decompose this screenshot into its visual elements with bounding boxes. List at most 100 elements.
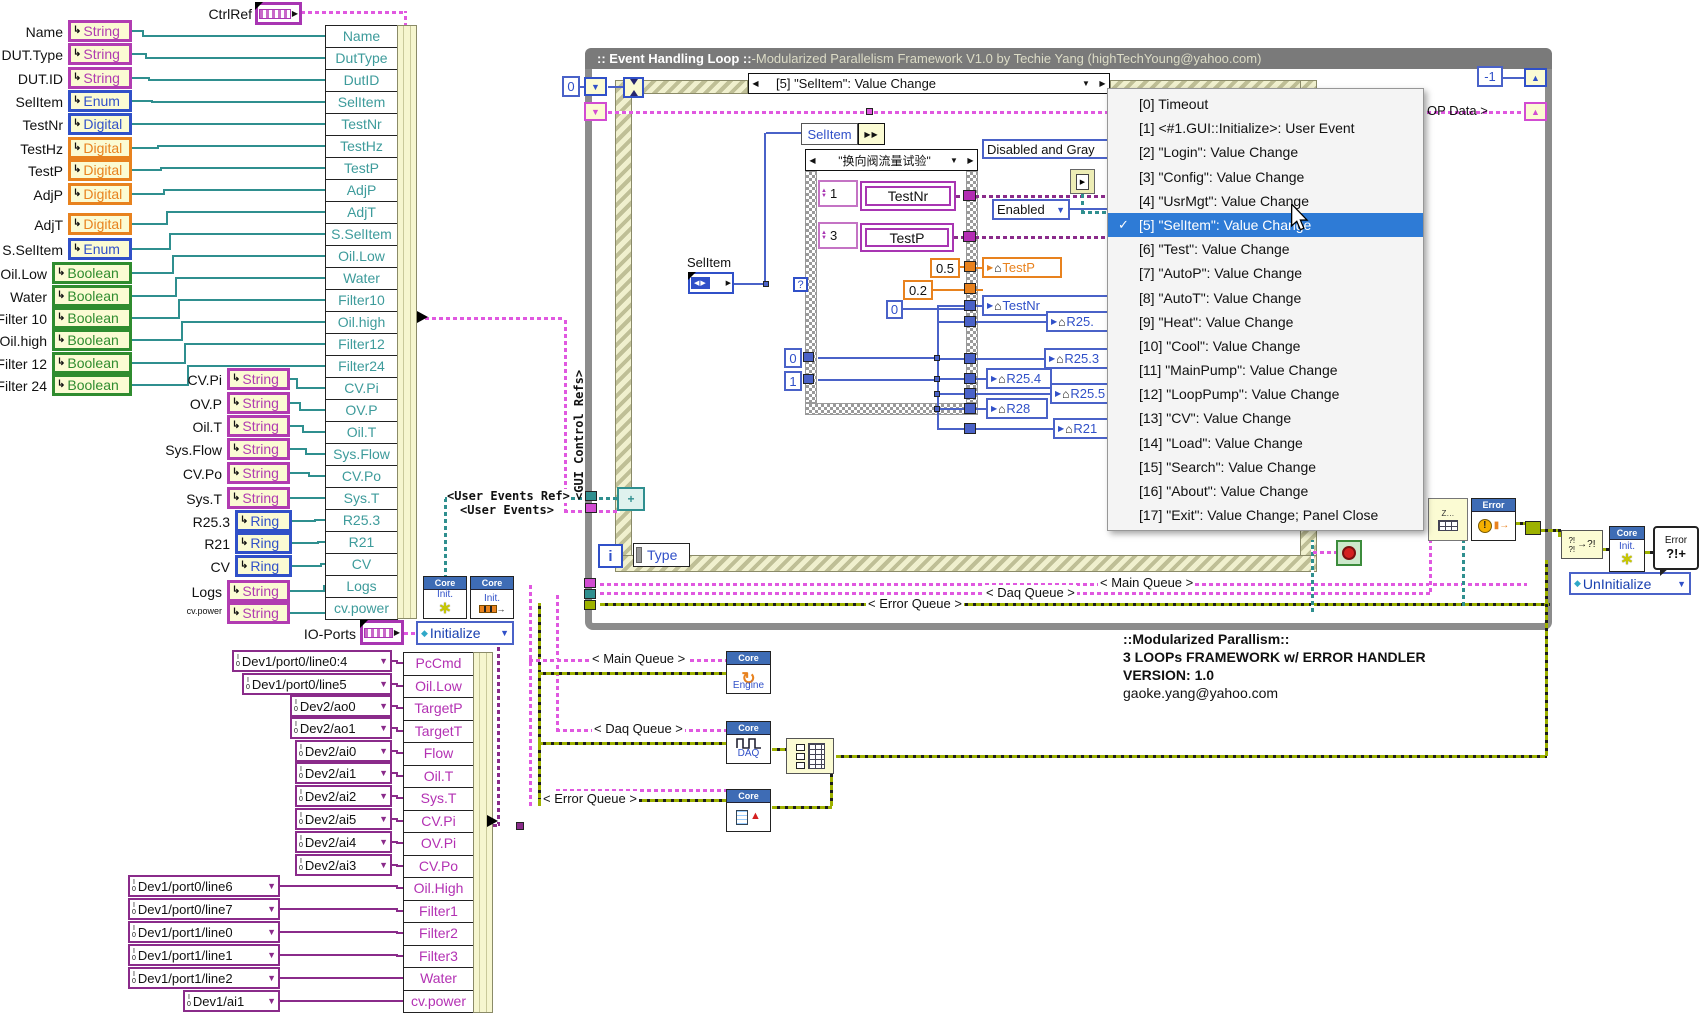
spinner-arrows-icon[interactable]: ▲▼ [821,189,827,199]
bundle2-row-Oil.T[interactable]: Oil.T [403,765,474,789]
control-ref-AdjT[interactable]: ↳Digital [68,213,132,235]
tunnel-constant-0[interactable]: 0 [784,348,802,368]
core-error-logger-icon[interactable]: Core▲ [726,789,771,832]
bundle2-row-PcCmd[interactable]: PcCmd [403,652,474,676]
property-node-TestP[interactable]: ▶⌂TestP [982,257,1062,278]
control-ref-CV.Pi[interactable]: ↳String [227,368,290,390]
bundle2-row-cv.power[interactable]: cv.power [403,990,474,1014]
enum-dropdown-icon[interactable]: ▼ [1053,205,1065,215]
io-channel-Dev2/ao1[interactable]: I0Dev2/ao1▼ [290,717,392,739]
control-ref-AdjP[interactable]: ↳Digital [68,183,132,205]
bundle2-row-CV.Pi[interactable]: CV.Pi [403,810,474,834]
shift-register-right-blue[interactable]: ▲ [1524,68,1547,87]
menu-item-15[interactable]: [15] "Search": Value Change [1108,455,1423,479]
menu-item-17[interactable]: [17] "Exit": Value Change; Panel Close [1108,503,1423,527]
testnr-string-constant[interactable]: TestNr [860,181,956,211]
constant-0[interactable]: 0 [886,300,903,319]
bundle2-row-CV.Po[interactable]: CV.Po [403,855,474,879]
bundle1-row-TestHz[interactable]: TestHz [325,135,398,158]
bundle1-row-Filter24[interactable]: Filter24 [325,355,398,378]
bundle1-row-SelItem[interactable]: SelItem [325,91,398,114]
enabled-enum[interactable]: Enabled▼ [992,199,1070,220]
control-ref-Sys.Flow[interactable]: ↳String [227,438,290,460]
bundle1-row-CV.Pi[interactable]: CV.Pi [325,377,398,400]
io-dropdown-icon[interactable]: ▼ [379,656,388,666]
bundle1-row-CV.Po[interactable]: CV.Po [325,465,398,488]
bundle1-row-TestP[interactable]: TestP [325,157,398,180]
core-init-icon-resistor[interactable]: CoreInit.→ [470,576,514,619]
type-specifier[interactable]: Type [633,543,690,567]
bundle1-row-Sys.Flow[interactable]: Sys.Flow [325,443,398,466]
shift-register-left-blue[interactable]: ▼ [584,77,607,96]
bundle1-row-Filter10[interactable]: Filter10 [325,289,398,312]
next-case-arrow-icon[interactable]: ▶ [1096,79,1109,88]
control-ref-Filter 12[interactable]: ↳Boolean [52,352,132,374]
core-daq-icon[interactable]: CoreDAQ [726,721,771,764]
bundle2-row-TargetT[interactable]: TargetT [403,720,474,744]
io-channel-Dev2/ai5[interactable]: I0Dev2/ai5▼ [295,808,392,830]
control-ref-CV[interactable]: ↳Ring [235,555,292,577]
core-init-icon-star[interactable]: CoreInit.∗ [423,576,467,619]
prev-case-arrow-icon[interactable]: ◀ [806,156,819,165]
bundle2-row-Oil.Low[interactable]: Oil.Low [403,675,474,699]
menu-item-6[interactable]: [6] "Test": Value Change [1108,237,1423,261]
menu-item-8[interactable]: [8] "AutoT": Value Change [1108,286,1423,310]
testnr-spinner[interactable]: ▲▼1 [818,180,858,207]
bundle1-row-DutType[interactable]: DutType [325,47,398,70]
bundle1-row-OV.P[interactable]: OV.P [325,399,398,422]
menu-item-10[interactable]: [10] "Cool": Value Change [1108,334,1423,358]
bundle1-row-Filter12[interactable]: Filter12 [325,333,398,356]
initialize-enum[interactable]: ◆Initialize▼ [416,621,514,645]
testp-string-constant[interactable]: TestP [860,223,954,252]
bundle2-row-Water[interactable]: Water [403,967,474,991]
control-ref-DUT.Type[interactable]: ↳String [68,43,132,65]
bundle1-row-R25.3[interactable]: R25.3 [325,509,398,532]
menu-item-16[interactable]: [16] "About": Value Change [1108,479,1423,503]
shift-register-right-pink[interactable]: ▲ [1524,102,1547,121]
io-dropdown-icon[interactable]: ▼ [267,927,276,937]
io-channel-Dev2/ao0[interactable]: I0Dev2/ao0▼ [290,695,392,717]
iteration-constant[interactable]: -1 [1477,66,1503,87]
io-channel-Dev1/port0/line6[interactable]: I0Dev1/port0/line6▼ [128,875,280,897]
io-channel-Dev1/port0/line5[interactable]: I0Dev1/port0/line5▼ [242,673,392,695]
property-node-R25.4[interactable]: ▶⌂R25.4 [986,368,1052,389]
bundle1-row-AdjT[interactable]: AdjT [325,201,398,224]
ctrlref-refnum-icon[interactable]: ▶ [255,2,302,25]
io-dropdown-icon[interactable]: ▼ [267,881,276,891]
menu-item-14[interactable]: [14] "Load": Value Change [1108,431,1423,455]
bundle1-row-R21[interactable]: R21 [325,531,398,554]
io-dropdown-icon[interactable]: ▼ [379,701,388,711]
testp-spinner[interactable]: ▲▼3 [818,222,858,249]
io-dropdown-icon[interactable]: ▼ [267,973,276,983]
bundle2-row-Filter2[interactable]: Filter2 [403,922,474,946]
io-dropdown-icon[interactable]: ▼ [379,723,388,733]
core-init-icon-right[interactable]: CoreInit.∗ [1609,526,1645,572]
spinner-arrows-icon[interactable]: ▲▼ [821,231,827,241]
bundle1-row-S.SelItem[interactable]: S.SelItem [325,223,398,246]
prev-case-arrow-icon[interactable]: ◀ [749,79,762,88]
control-ref-Water[interactable]: ↳Boolean [52,285,132,307]
case-structure-header[interactable]: ◀"换向阀流量试验"▼▶ [805,149,978,171]
io-channel-Dev1/port0/line7[interactable]: I0Dev1/port0/line7▼ [128,898,280,920]
shift-register-left-pink[interactable]: ▼ [584,102,607,121]
register-for-events-icon[interactable]: + [617,487,645,511]
control-ref-DUT.ID[interactable]: ↳String [68,67,132,89]
control-ref-cv.power[interactable]: ↳String [227,602,290,624]
event-selector-header[interactable]: ◀ [5] "SelItem": Value Change ▼ ▶ [748,73,1110,94]
error-vi-icon[interactable]: Error!▮→ [1471,498,1516,541]
io-dropdown-icon[interactable]: ▼ [379,768,388,778]
menu-item-13[interactable]: [13] "CV": Value Change [1108,406,1423,430]
control-ref-TestNr[interactable]: ↳Digital [68,113,132,135]
io-dropdown-icon[interactable]: ▼ [379,814,388,824]
case-dropdown-icon[interactable]: ▼ [950,156,964,165]
io-channel-Dev2/ai1[interactable]: I0Dev2/ai1▼ [295,762,392,784]
bundle2-row-Filter3[interactable]: Filter3 [403,945,474,969]
io-channel-Dev1/port1/line2[interactable]: I0Dev1/port1/line2▼ [128,967,280,989]
bundle1-row-Water[interactable]: Water [325,267,398,290]
io-dropdown-icon[interactable]: ▼ [379,791,388,801]
control-ref-Name[interactable]: ↳String [68,20,132,42]
simple-error-handler-icon[interactable]: Error?!+ [1653,526,1699,570]
io-dropdown-icon[interactable]: ▼ [379,746,388,756]
constant-0-5[interactable]: 0.5 [930,258,960,278]
io-dropdown-icon[interactable]: ▼ [379,860,388,870]
